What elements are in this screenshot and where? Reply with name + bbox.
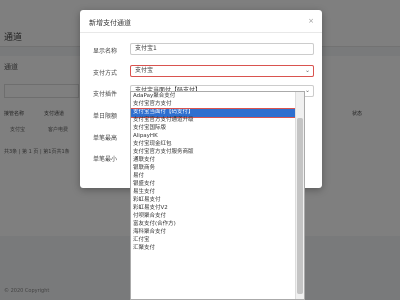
dropdown-option[interactable]: 支付宝官方支付服务商版 [133, 149, 293, 157]
display-name-field[interactable]: 支付宝1 [130, 43, 314, 55]
plugin-label: 支付插件 [93, 91, 118, 98]
modal-title: 新增支付通道 [89, 19, 131, 27]
dropdown-option[interactable]: AdaPay聚合支付 [133, 93, 293, 101]
dropdown-option-selected[interactable]: 支付宝当面付【码支付】 [131, 108, 297, 118]
dropdown-option[interactable]: 银盛支付 [133, 181, 293, 189]
single-min-label: 单笔最小 [93, 156, 118, 163]
dropdown-option[interactable]: 付呗聚合支付 [133, 213, 293, 221]
dropdown-option[interactable]: 海科聚合支付 [133, 229, 293, 237]
chevron-down-icon: ⌄ [304, 67, 310, 74]
daily-limit-label: 单日限额 [93, 113, 118, 120]
dropdown-option[interactable]: 易付 [133, 173, 293, 181]
dropdown-option[interactable]: 汇付宝 [133, 237, 293, 245]
dropdown-scrollbar[interactable] [295, 92, 304, 299]
dropdown-option[interactable]: AlipayHK [133, 133, 293, 141]
plugin-dropdown-list[interactable]: AdaPay聚合支付 支付宝官方支付 支付宝当面付【码支付】 支付宝官方支付通道… [130, 91, 305, 300]
dropdown-option[interactable]: 彩虹易支付 [133, 197, 293, 205]
dropdown-option[interactable]: 支付宝官方支付通道升级 [133, 117, 293, 125]
scrollbar-thumb[interactable] [297, 118, 303, 294]
dropdown-option[interactable]: 支付宝现金红包 [133, 141, 293, 149]
dropdown-option[interactable]: 富友支付(合作方) [133, 221, 293, 229]
dropdown-option[interactable]: 易生支付 [133, 189, 293, 197]
dropdown-option[interactable]: 银联商务 [133, 165, 293, 173]
close-icon[interactable]: × [308, 17, 314, 25]
pay-method-value: 支付宝 [135, 67, 154, 74]
dropdown-option[interactable]: 支付宝官方支付 [133, 101, 293, 109]
modal-divider [80, 32, 322, 33]
dropdown-option[interactable]: 彩虹易支付V2 [133, 205, 293, 213]
single-max-label: 单笔最高 [93, 135, 118, 142]
pay-method-select[interactable]: 支付宝 ⌄ [130, 65, 314, 77]
chevron-down-icon: ⌄ [304, 87, 310, 94]
pay-method-label: 支付方式 [93, 70, 118, 77]
display-name-label: 显示名称 [93, 48, 118, 55]
dropdown-option[interactable]: 汇聚支付 [133, 245, 293, 253]
dropdown-option[interactable]: 通联支付 [133, 157, 293, 165]
dropdown-option[interactable]: 支付宝国际版 [133, 125, 293, 133]
